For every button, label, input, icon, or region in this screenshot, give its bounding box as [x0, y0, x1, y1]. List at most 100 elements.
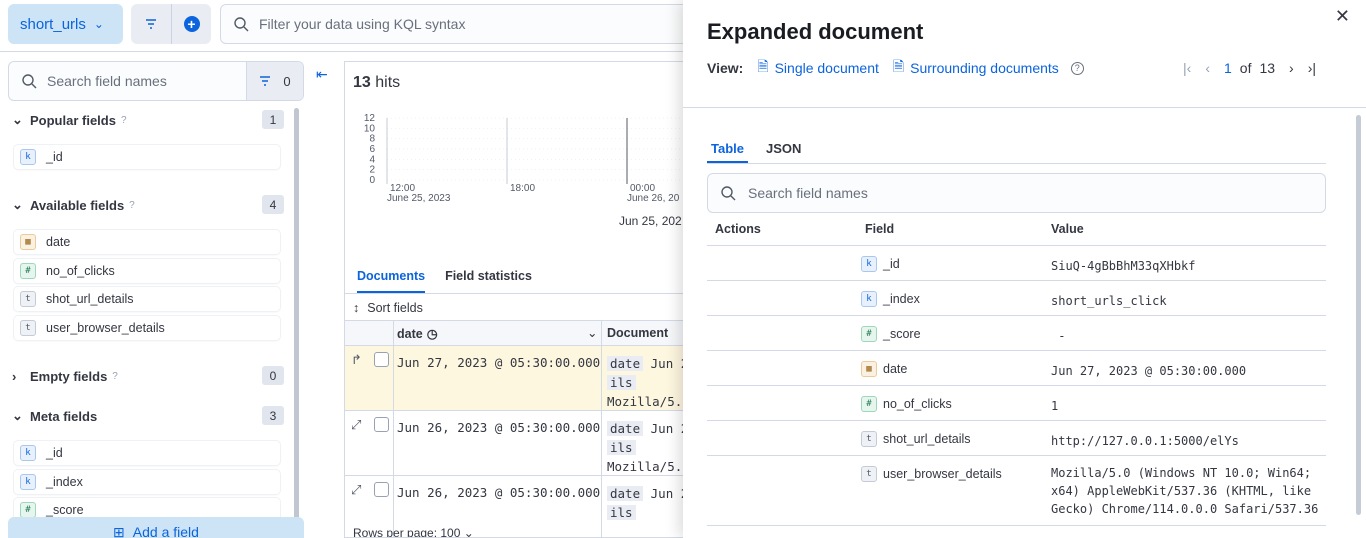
search-icon: [234, 17, 249, 32]
help-icon[interactable]: ?: [1070, 61, 1084, 75]
hits-count: 13: [353, 74, 371, 91]
add-filter-button[interactable]: +: [171, 4, 211, 44]
page-of: of: [1239, 60, 1252, 76]
rows-per-page-selector[interactable]: Rows per page: 100 ⌄: [353, 526, 474, 538]
field-type-filter-button[interactable]: 0: [246, 62, 303, 100]
doc-field-name: no_of_clicks: [883, 397, 952, 411]
flyout-search-placeholder: Search field names: [748, 185, 868, 201]
flyout-divider: [683, 107, 1366, 108]
table-row[interactable]: ↱ Jun 27, 2023 @ 05:30:00.000 date Jun 2…: [345, 346, 689, 411]
field-item-user-browser-details[interactable]: t user_browser_details: [14, 316, 280, 340]
expand-row-icon[interactable]: ⤢: [351, 482, 361, 498]
field-item-popular-id[interactable]: k _id: [14, 145, 280, 169]
doc-frag: Mozilla/5.0: [607, 459, 689, 474]
tab-json[interactable]: JSON: [762, 130, 805, 163]
column-header-date[interactable]: date ◷: [397, 326, 438, 342]
close-icon[interactable]: ✕: [1335, 6, 1350, 27]
field-search[interactable]: Search field names 0: [8, 61, 304, 101]
doc-key: date: [607, 421, 644, 436]
row-checkbox[interactable]: [374, 352, 389, 367]
field-item-meta-index[interactable]: k _index: [14, 470, 280, 494]
doc-field-row[interactable]: # _score -: [707, 316, 1326, 351]
popular-fields-section[interactable]: ⌄ Popular fields ? 1: [12, 109, 284, 131]
next-page-icon[interactable]: ›: [1289, 60, 1294, 76]
doc-field-row[interactable]: ▦ date Jun 27, 2023 @ 05:30:00.000: [707, 351, 1326, 386]
collapse-sidebar-icon[interactable]: ⇤: [316, 66, 328, 83]
add-field-button[interactable]: ⊞ Add a field: [8, 517, 304, 538]
doc-field-value: -: [1051, 329, 1066, 343]
doc-field-row[interactable]: t user_browser_details Mozilla/5.0 (Windo…: [707, 456, 1326, 526]
text-type-icon: t: [20, 320, 36, 336]
surrounding-documents-link[interactable]: 🗎 Surrounding documents: [893, 56, 1059, 80]
doc-field-row[interactable]: k _index short_urls_click: [707, 281, 1326, 316]
number-type-icon: #: [20, 263, 36, 279]
rows-per-page-label: Rows per page: 100: [353, 526, 461, 538]
field-item-no-of-clicks[interactable]: # no_of_clicks: [14, 259, 280, 283]
doc-field-row[interactable]: k _id SiuQ-4gBbBhM33qXHbkf: [707, 246, 1326, 281]
keyword-type-icon: k: [861, 291, 877, 307]
row-checkbox[interactable]: [374, 482, 389, 497]
column-actions: Actions: [715, 222, 761, 236]
doc-field-value: short_urls_click: [1051, 294, 1167, 308]
doc-field-name: date: [883, 362, 908, 376]
doc-field-row[interactable]: t shot_url_details http://127.0.0.1:5000/…: [707, 421, 1326, 456]
search-icon: [22, 74, 37, 89]
date-type-icon: ▦: [861, 361, 877, 377]
empty-fields-label: Empty fields: [30, 368, 108, 384]
chevron-down-icon[interactable]: ⌄: [587, 325, 597, 340]
tab-field-statistics[interactable]: Field statistics: [445, 269, 532, 293]
chevron-down-icon: ⌄: [463, 526, 474, 538]
single-document-label: Single document: [774, 60, 879, 76]
field-name: user_browser_details: [46, 321, 165, 335]
sort-fields-button[interactable]: ↕ Sort fields: [353, 295, 423, 321]
doc-field-row[interactable]: # no_of_clicks 1: [707, 386, 1326, 421]
row-checkbox[interactable]: [374, 417, 389, 432]
chevron-down-icon: ⌄: [12, 112, 23, 127]
row-document: date Jun 2 ils Mozilla/5.0: [607, 419, 689, 476]
chevron-down-icon: ⌄: [93, 17, 104, 31]
meta-fields-section[interactable]: ⌄ Meta fields 3: [12, 405, 284, 427]
doc-field-name: shot_url_details: [883, 432, 971, 446]
help-icon: ?: [120, 114, 127, 126]
meta-fields-label: Meta fields: [30, 408, 98, 424]
sidebar-scrollbar[interactable]: [294, 108, 299, 538]
column-header-document[interactable]: Document: [607, 326, 668, 340]
filter-menu-button[interactable]: [131, 4, 171, 44]
flyout-scrollbar[interactable]: [1356, 115, 1361, 515]
doc-key: ils: [607, 440, 636, 455]
field-item-date[interactable]: ▦ date: [14, 230, 280, 254]
tab-documents[interactable]: Documents: [357, 269, 426, 293]
y-tick-label: 0: [369, 175, 375, 186]
sort-icon: ↕: [353, 301, 360, 315]
flyout-field-search[interactable]: Search field names: [707, 173, 1326, 213]
available-fields-section[interactable]: ⌄ Available fields ? 4: [12, 194, 284, 216]
last-page-icon[interactable]: ›|: [1308, 60, 1316, 76]
doc-field-name: user_browser_details: [883, 467, 1002, 481]
single-document-link[interactable]: 🗎 Single document: [757, 56, 879, 80]
table-row[interactable]: ⤢ Jun 26, 2023 @ 05:30:00.000 date Jun 2…: [345, 411, 689, 476]
data-view-selector[interactable]: short_urls ⌄: [8, 4, 123, 44]
field-item-meta-id[interactable]: k _id: [14, 441, 280, 465]
doc-frag: Mozilla/5.0: [607, 394, 689, 409]
meta-fields-count: 3: [262, 406, 284, 425]
empty-fields-section[interactable]: › Empty fields ? 0: [12, 365, 284, 387]
field-item-shot-url-details[interactable]: t shot_url_details: [14, 287, 280, 311]
expand-row-icon[interactable]: ⤢: [351, 417, 361, 433]
first-page-icon[interactable]: |‹: [1183, 60, 1191, 76]
field-name: date: [46, 235, 71, 249]
document-icon: 🗎: [757, 58, 769, 74]
page-current: 1: [1223, 60, 1232, 76]
kql-search-input[interactable]: Filter your data using KQL syntax: [220, 4, 700, 44]
tab-table[interactable]: Table: [707, 130, 748, 163]
doc-field-value: Mozilla/5.0 (Windows NT 10.0; Win64; x64…: [1051, 466, 1319, 516]
x-tick-label: 18:00: [510, 183, 535, 194]
x-axis-title: Jun 25, 202: [619, 214, 682, 228]
date-type-icon: ▦: [20, 234, 36, 250]
previous-page-icon[interactable]: ‹: [1205, 60, 1210, 76]
text-type-icon: t: [20, 291, 36, 307]
table-header: date ◷ ⌄ Document: [345, 320, 689, 347]
doc-field-name: _index: [883, 292, 920, 306]
collapse-row-icon[interactable]: ↱: [351, 352, 362, 368]
text-type-icon: t: [861, 431, 877, 447]
keyword-type-icon: k: [861, 256, 877, 272]
